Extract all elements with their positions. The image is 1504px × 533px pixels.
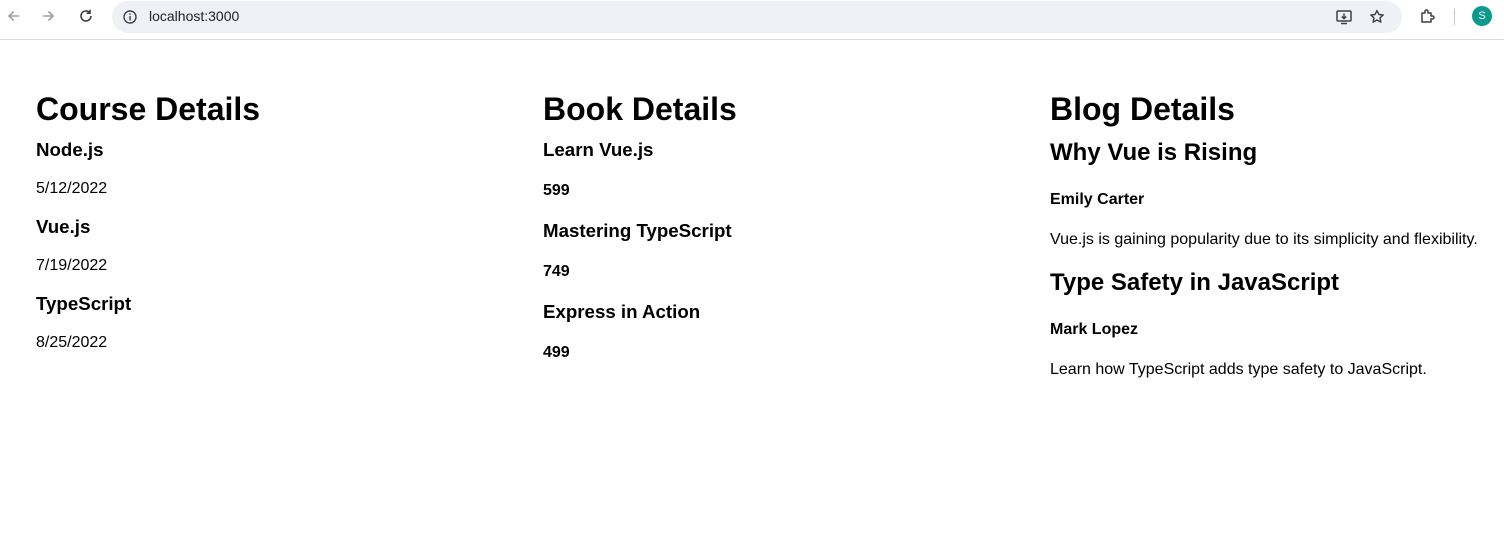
- forward-icon[interactable]: [34, 4, 62, 28]
- course-item: TypeScript 8/25/2022: [36, 293, 516, 353]
- blog-item: Type Safety in JavaScript Mark Lopez Lea…: [1050, 269, 1500, 380]
- extensions-icon[interactable]: [1418, 6, 1438, 26]
- blog-description: Vue.js is gaining popularity due to its …: [1050, 231, 1478, 248]
- back-icon[interactable]: [0, 4, 28, 28]
- book-item: Learn Vue.js 599: [543, 139, 1023, 201]
- book-title: Express in Action: [543, 301, 701, 322]
- book-price: 749: [543, 263, 570, 280]
- browser-toolbar: localhost:3000 S: [0, 0, 1504, 40]
- bookmark-star-icon[interactable]: [1367, 7, 1387, 27]
- book-price: 599: [543, 182, 570, 199]
- course-item: Vue.js 7/19/2022: [36, 216, 516, 276]
- blog-author: Mark Lopez: [1050, 321, 1139, 338]
- book-details-section: Book Details Learn Vue.js 599 Mastering …: [543, 89, 1023, 363]
- blog-details-section: Blog Details Why Vue is Rising Emily Car…: [1050, 89, 1500, 380]
- course-name: Node.js: [36, 139, 104, 160]
- blog-description: Learn how TypeScript adds type safety to…: [1050, 361, 1427, 378]
- blog-title: Why Vue is Rising: [1050, 139, 1258, 166]
- course-date: 5/12/2022: [36, 180, 108, 197]
- site-info-icon[interactable]: [122, 9, 138, 25]
- page-content: Course Details Node.js 5/12/2022 Vue.js …: [0, 41, 1504, 533]
- url-text[interactable]: localhost:3000: [149, 8, 239, 24]
- blog-item: Why Vue is Rising Emily Carter Vue.js is…: [1050, 139, 1500, 250]
- course-date: 7/19/2022: [36, 257, 108, 274]
- profile-avatar[interactable]: S: [1472, 6, 1492, 26]
- course-details-heading: Course Details: [36, 91, 261, 127]
- course-name: TypeScript: [36, 293, 132, 314]
- blog-author: Emily Carter: [1050, 191, 1145, 208]
- book-item: Express in Action 499: [543, 301, 1023, 363]
- book-title: Mastering TypeScript: [543, 220, 732, 241]
- book-item: Mastering TypeScript 749: [543, 220, 1023, 282]
- address-bar[interactable]: localhost:3000: [112, 1, 1402, 33]
- install-app-icon[interactable]: [1334, 7, 1354, 27]
- course-name: Vue.js: [36, 216, 91, 237]
- blog-details-heading: Blog Details: [1050, 91, 1235, 127]
- course-date: 8/25/2022: [36, 334, 108, 351]
- book-title: Learn Vue.js: [543, 139, 654, 160]
- course-details-section: Course Details Node.js 5/12/2022 Vue.js …: [36, 89, 516, 353]
- blog-title: Type Safety in JavaScript: [1050, 269, 1340, 296]
- book-details-heading: Book Details: [543, 91, 737, 127]
- course-item: Node.js 5/12/2022: [36, 139, 516, 199]
- book-price: 499: [543, 344, 570, 361]
- reload-icon[interactable]: [72, 4, 100, 28]
- toolbar-divider: [1454, 9, 1455, 25]
